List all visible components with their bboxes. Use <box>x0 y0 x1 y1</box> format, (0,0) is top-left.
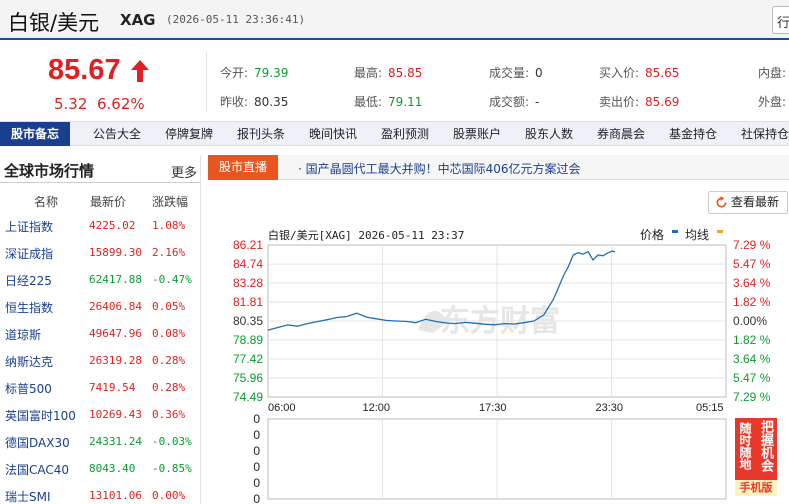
y-tick-label: 81.81 <box>233 295 263 309</box>
volume-tick-label: 0 <box>253 412 260 426</box>
y-tick-label-pct: 5.47 % <box>733 257 771 271</box>
chart-layer: 06:00 12:00 17:30 23:30 05:15 86.21 7.29 % 84.7… <box>233 238 771 504</box>
y-tick-label-pct: 1.82 % <box>733 295 771 309</box>
y-tick-label: 80.35 <box>233 314 263 328</box>
y-tick-label: 86.21 <box>233 238 263 252</box>
y-tick-label-pct: 5.47 % <box>733 371 771 385</box>
x-tick-label: 12:00 <box>363 402 391 414</box>
x-tick-label: 06:00 <box>268 402 296 414</box>
y-tick-label-pct: 7.29 % <box>733 390 771 404</box>
legend-average: 均线 <box>685 228 710 242</box>
chart-title: 白银/美元[XAG] 2026-05-11 23:37 <box>268 229 465 242</box>
watermark-text: 东方财富 <box>440 304 560 338</box>
refresh-label: 查看最新 <box>731 195 780 209</box>
y-tick-label-pct: 0.00% <box>733 314 767 328</box>
y-tick-label-pct: 1.82 % <box>733 333 771 347</box>
ad-text-1: 随时随地 <box>738 422 752 470</box>
legend-price-swatch <box>672 230 678 233</box>
y-tick-label-pct: 3.64 % <box>733 352 771 366</box>
refresh-icon <box>716 196 727 208</box>
volume-tick-label: 0 <box>253 444 260 458</box>
y-tick-label: 77.42 <box>233 352 263 366</box>
y-tick-label-pct: 7.29 % <box>733 238 771 252</box>
y-tick-label-pct: 3.64 % <box>733 276 771 290</box>
legend-average-swatch <box>717 230 723 233</box>
intraday-chart: 06:00 12:00 17:30 23:30 05:15 86.21 7.29 % 84.7… <box>233 238 771 504</box>
volume-tick-label: 0 <box>253 460 260 474</box>
y-tick-label: 83.28 <box>233 276 263 290</box>
ad-footer: 手机版 <box>735 480 777 496</box>
x-tick-label: 23:30 <box>596 402 624 414</box>
volume-tick-label: 0 <box>253 476 260 490</box>
volume-tick-label: 0 <box>253 492 260 504</box>
y-tick-label: 75.96 <box>233 371 263 385</box>
x-tick-label: 17:30 <box>479 402 507 414</box>
volume-tick-label: 0 <box>253 428 260 442</box>
y-tick-label: 78.89 <box>233 333 263 347</box>
legend-price: 价格 <box>640 228 665 242</box>
mobile-app-ad[interactable]: 随时随地 把握机会 手机版 <box>735 418 777 496</box>
y-tick-label: 74.49 <box>233 390 263 404</box>
refresh-button[interactable]: 查看最新 <box>708 191 788 214</box>
x-tick-label: 05:15 <box>696 402 724 414</box>
ad-text-2: 把握机会 <box>758 420 773 472</box>
y-tick-label: 84.74 <box>233 257 263 271</box>
